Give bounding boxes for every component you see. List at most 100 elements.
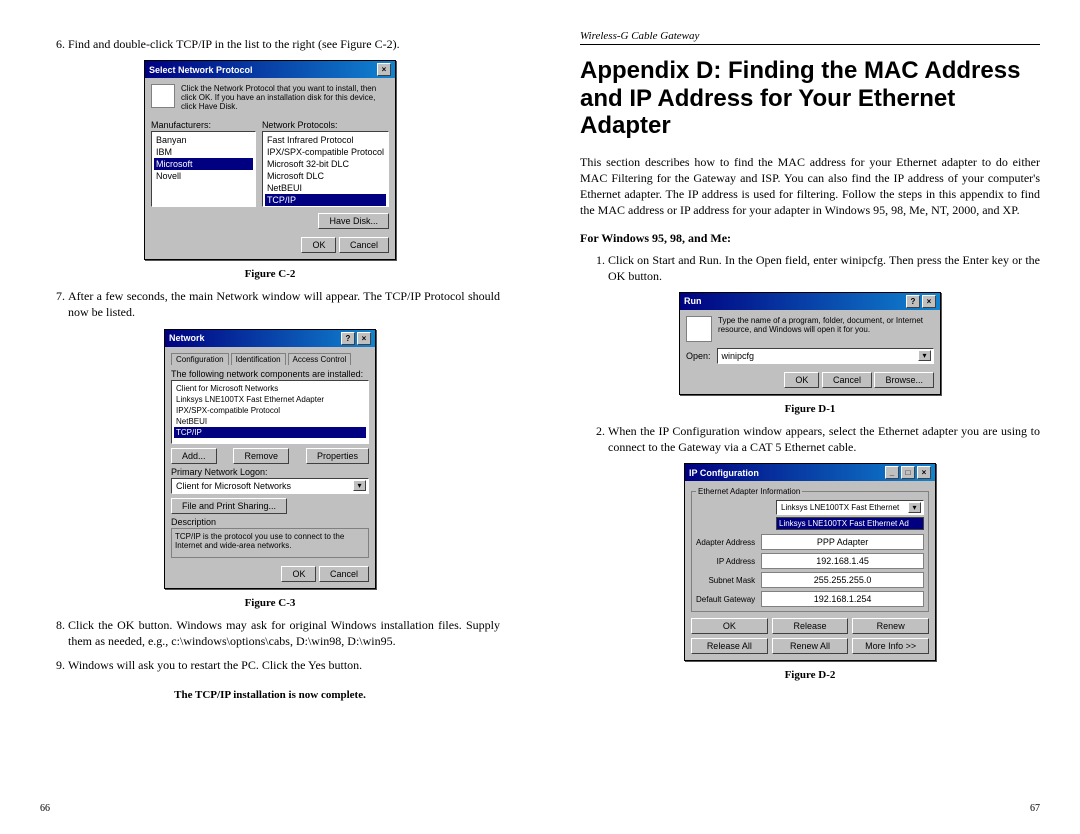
list-item[interactable]: TCP/IP [174,427,366,438]
list-item[interactable]: Client for Microsoft Networks [174,383,366,394]
step-2: When the IP Configuration window appears… [608,423,1040,455]
help-icon[interactable]: ? [906,295,920,308]
subnet-mask-value: 255.255.255.0 [761,572,924,588]
dialog-title: IP Configuration [689,468,759,478]
close-icon[interactable]: × [377,63,391,76]
adapter-address-value: PPP Adapter [761,534,924,550]
figure-caption-c3: Figure C-3 [40,597,500,609]
tab-identification[interactable]: Identification [231,353,286,365]
dialog-title: Select Network Protocol [149,65,253,75]
list-item[interactable]: Novell [154,170,253,182]
maximize-icon[interactable]: □ [901,466,915,479]
description-label: Description [171,517,369,527]
logon-dropdown[interactable]: Client for Microsoft Networks [171,478,369,494]
close-icon[interactable]: × [917,466,931,479]
dialog-ip-configuration: IP Configuration _□× Ethernet Adapter In… [684,463,936,661]
release-all-button[interactable]: Release All [691,638,768,654]
tab-access-control[interactable]: Access Control [288,353,352,365]
ip-address-label: IP Address [696,557,755,566]
open-input[interactable]: winipcfg [717,348,934,364]
figure-caption-d1: Figure D-1 [580,403,1040,415]
subheading-win9x: For Windows 95, 98, and Me: [580,231,1040,246]
list-item[interactable]: Fast Infrared Protocol [265,134,386,146]
description-text: TCP/IP is the protocol you use to connec… [171,528,369,558]
cancel-button[interactable]: Cancel [319,566,369,582]
list-item[interactable]: Microsoft [154,158,253,170]
remove-button[interactable]: Remove [233,448,289,464]
dialog-titlebar: Select Network Protocol × [145,61,395,78]
step-9: Windows will ask you to restart the PC. … [68,657,500,673]
ok-button[interactable]: OK [784,372,819,388]
default-gateway-value: 192.168.1.254 [761,591,924,607]
cancel-button[interactable]: Cancel [339,237,389,253]
add-button[interactable]: Add... [171,448,217,464]
dialog-instruction: Click the Network Protocol that you want… [181,84,389,111]
page-number: 67 [1030,803,1040,814]
logon-label: Primary Network Logon: [171,467,369,477]
figure-caption-c2: Figure C-2 [40,268,500,280]
components-list[interactable]: Client for Microsoft Networks Linksys LN… [171,380,369,444]
dialog-titlebar: Run ?× [680,293,940,310]
dialog-titlebar: Network ?× [165,330,375,347]
manufacturers-label: Manufacturers: [151,120,256,130]
default-gateway-label: Default Gateway [696,595,755,604]
components-label: The following network components are ins… [171,369,369,379]
page-header: Wireless-G Cable Gateway [580,30,1040,45]
subnet-mask-label: Subnet Mask [696,576,755,585]
list-item[interactable]: Banyan [154,134,253,146]
adapter-dropdown[interactable]: Linksys LNE100TX Fast Ethernet [776,500,924,515]
page-number: 66 [40,803,50,814]
more-info-button[interactable]: More Info >> [852,638,929,654]
page-67: Wireless-G Cable Gateway Appendix D: Fin… [540,0,1080,834]
renew-all-button[interactable]: Renew All [772,638,849,654]
dialog-network: Network ?× Configuration Identification … [164,329,376,589]
ok-button[interactable]: OK [691,618,768,634]
cancel-button[interactable]: Cancel [822,372,872,388]
ok-button[interactable]: OK [301,237,336,253]
dialog-select-network-protocol: Select Network Protocol × Click the Netw… [144,60,396,260]
list-item[interactable]: NetBEUI [265,182,386,194]
adapter-dropdown-option[interactable]: Linksys LNE100TX Fast Ethernet Ad [776,517,924,530]
browse-button[interactable]: Browse... [874,372,934,388]
list-item[interactable]: Microsoft 32-bit DLC [265,158,386,170]
dialog-title: Run [684,296,702,306]
run-instruction: Type the name of a program, folder, docu… [718,316,934,342]
dialog-title: Network [169,333,205,343]
list-item[interactable]: IPX/SPX-compatible Protocol [265,146,386,158]
group-label: Ethernet Adapter Information [696,487,802,496]
list-item[interactable]: TCP/IP [265,194,386,206]
help-icon[interactable]: ? [341,332,355,345]
file-print-sharing-button[interactable]: File and Print Sharing... [171,498,287,514]
have-disk-button[interactable]: Have Disk... [318,213,389,229]
release-button[interactable]: Release [772,618,849,634]
close-icon[interactable]: × [922,295,936,308]
ip-address-value: 192.168.1.45 [761,553,924,569]
dialog-titlebar: IP Configuration _□× [685,464,935,481]
page-66: Find and double-click TCP/IP in the list… [0,0,540,834]
protocols-list[interactable]: Fast Infrared Protocol IPX/SPX-compatibl… [262,131,389,207]
figure-caption-d2: Figure D-2 [580,669,1040,681]
list-item[interactable]: Linksys LNE100TX Fast Ethernet Adapter [174,394,366,405]
step-8: Click the OK button. Windows may ask for… [68,617,500,649]
list-item[interactable]: Microsoft DLC [265,170,386,182]
list-item[interactable]: IBM [154,146,253,158]
manufacturers-list[interactable]: Banyan IBM Microsoft Novell [151,131,256,207]
close-icon[interactable]: × [357,332,371,345]
minimize-icon[interactable]: _ [885,466,899,479]
step-1: Click on Start and Run. In the Open fiel… [608,252,1040,284]
list-item[interactable]: NetBEUI [174,416,366,427]
ok-button[interactable]: OK [281,566,316,582]
step-7: After a few seconds, the main Network wi… [68,288,500,320]
run-icon [686,316,712,342]
protocol-icon [151,84,175,108]
properties-button[interactable]: Properties [306,448,369,464]
appendix-title: Appendix D: Finding the MAC Address and … [580,57,1040,140]
intro-paragraph: This section describes how to find the M… [580,154,1040,219]
renew-button[interactable]: Renew [852,618,929,634]
tab-configuration[interactable]: Configuration [171,353,229,365]
adapter-address-label: Adapter Address [696,538,755,547]
protocols-label: Network Protocols: [262,120,389,130]
step-6: Find and double-click TCP/IP in the list… [68,36,500,52]
dialog-run: Run ?× Type the name of a program, folde… [679,292,941,395]
list-item[interactable]: IPX/SPX-compatible Protocol [174,405,366,416]
